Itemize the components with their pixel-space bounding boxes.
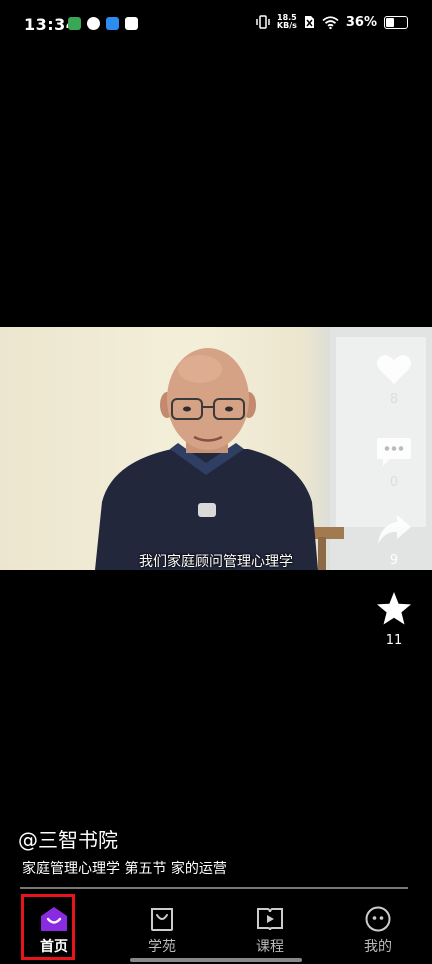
tab-profile-label: 我的 — [364, 939, 392, 955]
like-action[interactable]: 8 — [370, 352, 418, 407]
video-frame-image — [95, 327, 432, 570]
author-name[interactable]: @三智书院 — [18, 824, 118, 853]
home-indicator — [130, 958, 302, 962]
status-app-icons — [68, 17, 138, 30]
video-description: 家庭管理心理学 第五节 家的运营 — [22, 861, 227, 877]
comment-icon[interactable] — [376, 435, 412, 469]
selection-highlight-box — [21, 894, 75, 960]
favorite-count: 11 — [385, 633, 403, 648]
status-right: 18.5 KB/s 36% — [256, 14, 408, 30]
net-speed: 18.5 KB/s — [277, 14, 297, 30]
video-player[interactable]: 我们家庭顾问管理心理学 — [0, 327, 432, 570]
net-speed-unit: KB/s — [276, 21, 297, 30]
comment-action[interactable]: 0 — [370, 435, 418, 490]
wifi-icon — [322, 15, 339, 29]
profile-face-icon — [365, 906, 391, 932]
tab-academy-label: 学苑 — [148, 939, 176, 955]
app2-icon — [125, 17, 138, 30]
battery-percent: 36% — [345, 14, 377, 30]
tab-profile[interactable]: 我的 — [324, 892, 432, 964]
video-subtitle: 我们家庭顾问管理心理学 — [139, 554, 293, 570]
video-progress-bar[interactable] — [20, 887, 408, 889]
status-bar: 13:34 18.5 KB/s 36% — [0, 0, 432, 52]
share-arrow-icon[interactable] — [376, 513, 412, 547]
share-count: 9 — [389, 553, 399, 568]
app-icon — [106, 17, 119, 30]
battery-icon — [384, 15, 408, 29]
play-book-icon — [257, 908, 283, 931]
tab-courses[interactable]: 课程 — [216, 892, 324, 964]
shopping-bag-icon — [151, 908, 173, 931]
tab-academy[interactable]: 学苑 — [108, 892, 216, 964]
tab-courses-label: 课程 — [256, 939, 284, 955]
vibrate-icon — [256, 15, 270, 29]
share-action[interactable]: 9 — [370, 513, 418, 568]
favorite-action[interactable]: 11 — [370, 591, 418, 648]
chat-icon — [87, 17, 100, 30]
comment-count: 0 — [389, 475, 399, 490]
like-count: 8 — [389, 392, 399, 407]
star-icon[interactable] — [376, 591, 412, 627]
battery-level — [386, 17, 394, 27]
heart-icon[interactable] — [376, 352, 412, 386]
app-notify-icon — [68, 17, 81, 30]
no-sim-icon — [304, 16, 314, 28]
